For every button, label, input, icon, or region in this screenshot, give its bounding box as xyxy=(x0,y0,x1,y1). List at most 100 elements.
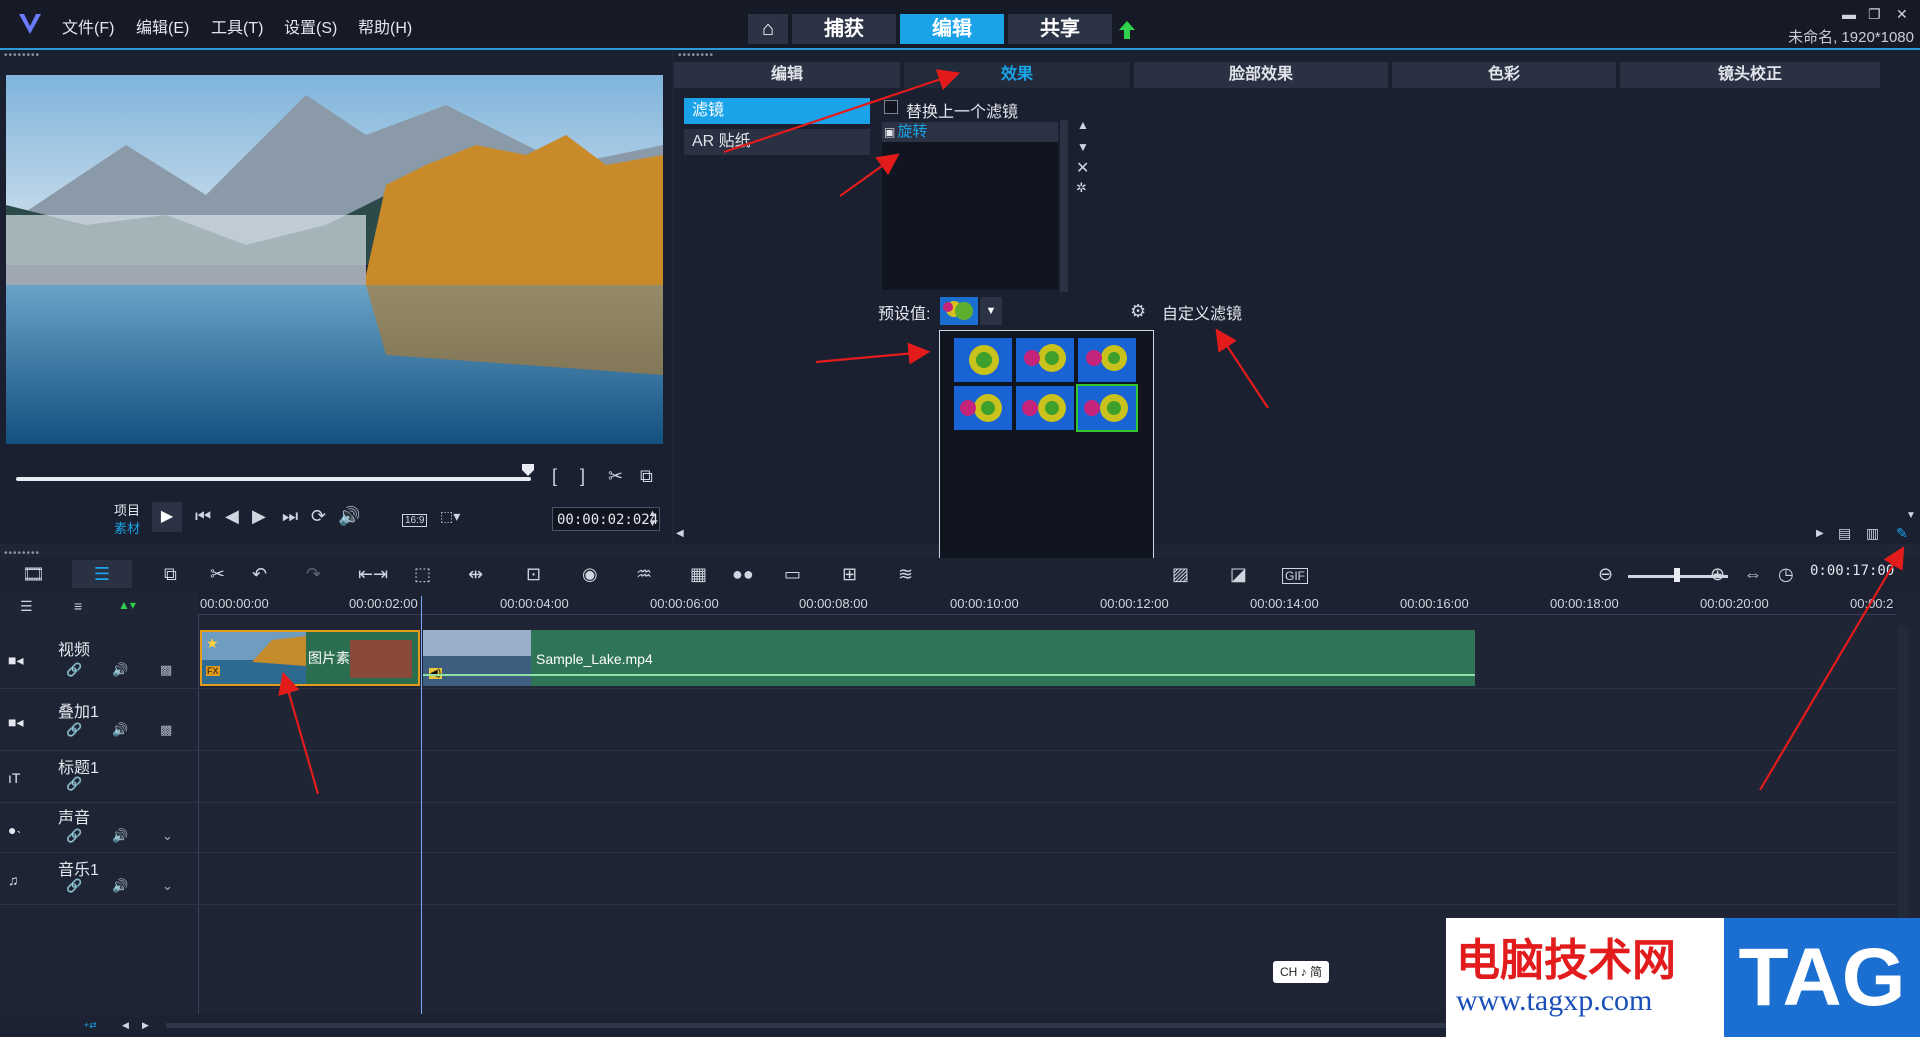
enlarge-preview-icon[interactable]: ⧉ xyxy=(640,466,653,487)
tab-fx-lens[interactable]: 镜头校正 xyxy=(1620,62,1880,88)
preset-thumb-4[interactable] xyxy=(954,386,1012,430)
curve-icon[interactable]: ◪ xyxy=(1230,564,1247,585)
replace-filter-checkbox[interactable] xyxy=(884,100,898,114)
undo-icon[interactable]: ↶ xyxy=(252,564,267,585)
fx-pane-grip[interactable]: •••••••• xyxy=(678,50,714,61)
tab-fx-edit[interactable]: 编辑 xyxy=(674,62,900,88)
copy-icon[interactable]: ⧉ xyxy=(164,564,177,585)
preview-scrubber[interactable] xyxy=(16,477,531,481)
move-down-icon[interactable]: ▼ xyxy=(1077,140,1089,154)
zoom-in-icon[interactable]: ⊕ xyxy=(1710,564,1725,585)
home-tab[interactable]: ⌂ xyxy=(748,14,788,44)
audio-wave-icon[interactable]: ♒ xyxy=(636,564,652,585)
filter-list-scrollbar[interactable] xyxy=(1060,120,1068,292)
play-button[interactable]: ▶ xyxy=(152,502,182,532)
panel-scroll-left-icon[interactable]: ◀ xyxy=(676,528,684,539)
tools-icon[interactable]: ✂ xyxy=(210,564,225,585)
expand-icon[interactable]: ⌄ xyxy=(162,828,173,844)
ime-indicator[interactable]: CH ♪ 简 xyxy=(1273,961,1329,983)
transition-thumb[interactable] xyxy=(350,640,412,678)
upload-icon[interactable] xyxy=(1118,20,1136,40)
applied-filter-item[interactable]: ▣ 旋转 xyxy=(882,122,1058,142)
split-icon[interactable]: ⇹ xyxy=(468,564,483,585)
home-start-icon[interactable]: ⏮ xyxy=(195,506,211,527)
applied-filter-list[interactable] xyxy=(882,122,1058,290)
multicam-icon[interactable]: ▦ xyxy=(690,564,707,585)
preset-dropdown-button[interactable]: ▼ xyxy=(980,297,1002,325)
category-filter[interactable]: 滤镜 xyxy=(684,98,870,124)
crop-icon[interactable]: ⬚▾ xyxy=(440,508,460,525)
mode-project-label[interactable]: 项目 xyxy=(114,500,140,519)
zoom-out-icon[interactable]: ⊖ xyxy=(1598,564,1613,585)
image-clip[interactable]: ★ FX 图片素 xyxy=(200,630,420,686)
timeline-scrollbar[interactable] xyxy=(166,1023,1446,1028)
storyboard-view-icon[interactable]: 🎞 xyxy=(22,564,45,585)
tab-edit[interactable]: 编辑 xyxy=(900,14,1004,44)
aspect-ratio-button[interactable]: 16:9 xyxy=(402,514,428,527)
mark-in-icon[interactable]: [ xyxy=(552,466,557,487)
category-ar-sticker[interactable]: AR 贴纸 xyxy=(684,129,870,155)
end-icon[interactable]: ⏭ xyxy=(282,506,298,527)
redo-icon[interactable]: ↷ xyxy=(306,564,321,585)
custom-filter-icon[interactable]: ⚙ xyxy=(1130,301,1146,322)
link-icon[interactable]: 🔗 xyxy=(66,662,82,678)
link-icon[interactable]: 🔗 xyxy=(66,828,82,844)
color-icon[interactable]: ◉ xyxy=(582,564,598,585)
ripple-icon[interactable]: ▩ xyxy=(160,722,172,738)
minimize-button[interactable]: ▬ xyxy=(1842,6,1856,22)
menu-tools[interactable]: 工具(T) xyxy=(211,14,263,38)
preset-thumb-6-selected[interactable] xyxy=(1076,384,1138,432)
track-manager-icon[interactable]: ☰ xyxy=(20,598,33,615)
scroll-left-icon[interactable]: ◀ xyxy=(122,1020,129,1031)
scroll-right-icon[interactable]: ▶ xyxy=(142,1020,149,1031)
title-icon[interactable]: ▭ xyxy=(784,564,801,585)
timeline-view-button[interactable]: ☰ xyxy=(72,560,132,588)
timeline-ruler[interactable] xyxy=(198,592,1896,615)
custom-filter-button[interactable]: 自定义滤镜 xyxy=(1162,300,1242,324)
fit-project-icon[interactable]: ⇔ xyxy=(1744,564,1762,585)
mute-icon[interactable]: 🔊 xyxy=(112,722,128,738)
mute-icon[interactable]: 🔊 xyxy=(112,878,128,894)
tab-fx-effects[interactable]: 效果 xyxy=(904,62,1130,88)
fit-timeline-icon[interactable]: ⇤⇥ xyxy=(358,564,388,585)
preset-selected-thumb[interactable] xyxy=(940,297,978,325)
view-layout-2-icon[interactable]: ▥ xyxy=(1866,525,1879,542)
move-up-icon[interactable]: ▲ xyxy=(1077,118,1089,132)
preset-thumb-5[interactable] xyxy=(1016,386,1074,430)
remove-filter-icon[interactable]: ✕ xyxy=(1076,158,1089,178)
filter-settings-icon[interactable]: ✲ xyxy=(1076,180,1087,196)
link-icon[interactable]: 🔗 xyxy=(66,878,82,894)
mute-icon[interactable]: 🔊 xyxy=(112,828,128,844)
mode-clip-label[interactable]: 素材 xyxy=(114,518,140,537)
repeat-icon[interactable]: ⟳ xyxy=(311,506,326,527)
mask-icon[interactable]: ▨ xyxy=(1172,564,1189,585)
speed-icon[interactable]: ≋ xyxy=(898,564,913,585)
tab-fx-color[interactable]: 色彩 xyxy=(1392,62,1616,88)
playhead[interactable] xyxy=(421,596,422,1014)
tab-fx-face[interactable]: 脸部效果 xyxy=(1134,62,1388,88)
ripple-icon[interactable]: ▩ xyxy=(160,662,172,678)
timeline-grip[interactable]: •••••••• xyxy=(4,548,40,559)
mute-icon[interactable]: 🔊 xyxy=(112,662,128,678)
view-layout-1-icon[interactable]: ▤ xyxy=(1838,525,1851,542)
resize-icon[interactable]: ⬚ xyxy=(414,564,431,585)
link-icon[interactable]: 🔗 xyxy=(66,722,82,738)
zoom-slider-thumb[interactable] xyxy=(1674,568,1680,582)
filter-visible-icon[interactable]: ▣ xyxy=(884,125,895,139)
pane-grip[interactable]: •••••••• xyxy=(4,50,40,61)
prev-frame-icon[interactable]: ◀ xyxy=(225,506,239,527)
chapter-icon[interactable]: ≡ xyxy=(74,598,82,614)
menu-help[interactable]: 帮助(H) xyxy=(358,14,412,38)
close-button[interactable]: ✕ xyxy=(1896,6,1908,23)
trim-icon[interactable]: ⊡ xyxy=(526,564,541,585)
clock-icon[interactable]: ◷ xyxy=(1778,564,1794,585)
panel-scroll-right-icon[interactable]: ▶ xyxy=(1816,528,1824,539)
restore-button[interactable]: ❐ xyxy=(1868,6,1881,23)
preset-thumb-3[interactable] xyxy=(1078,338,1136,382)
scrubber-handle[interactable] xyxy=(521,463,535,477)
timecode-stepper[interactable]: ▲ ▼ xyxy=(648,508,657,528)
mark-out-icon[interactable]: ] xyxy=(580,466,585,487)
edit-view-icon[interactable]: ✎ xyxy=(1896,525,1908,542)
panel-scroll-down-icon[interactable]: ▼ xyxy=(1906,510,1916,521)
grid-icon[interactable]: ⊞ xyxy=(842,564,857,585)
